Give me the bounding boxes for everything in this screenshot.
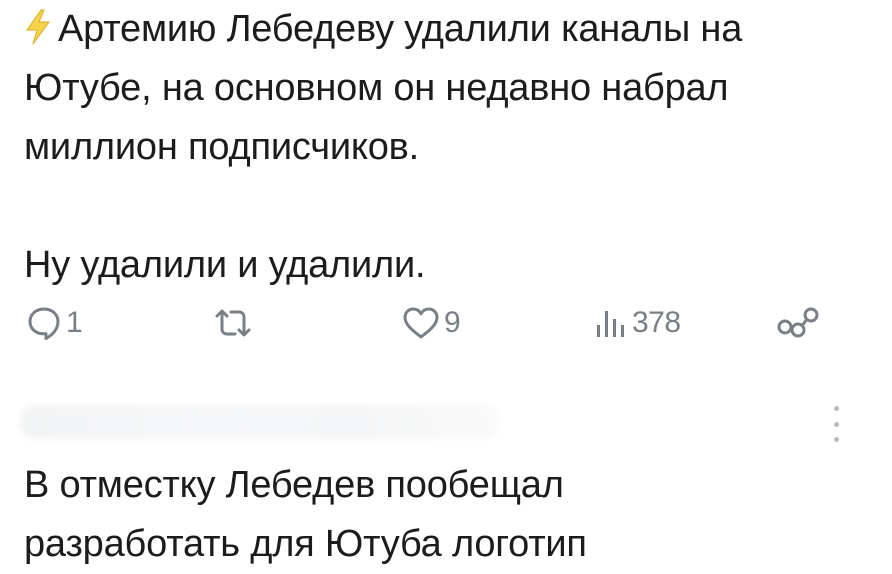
like-button[interactable]: 9	[402, 300, 461, 346]
post-paragraph-2: Ну удалили и удалили.	[24, 244, 426, 286]
more-options-button[interactable]	[826, 406, 846, 442]
repost-icon	[213, 305, 253, 341]
views-button[interactable]: 378	[594, 300, 681, 346]
post-line-3: миллион подписчиков.	[24, 126, 419, 168]
comment-icon	[26, 305, 62, 341]
reply-body: В отместку Лебедев пообещал разработать …	[24, 456, 874, 574]
share-icon	[776, 305, 820, 341]
views-count: 378	[632, 306, 681, 339]
high-voltage-icon	[24, 4, 52, 45]
post-line-1: Артемию Лебедеву удалили каналы на	[58, 8, 743, 50]
share-button[interactable]	[776, 300, 820, 346]
like-count: 9	[444, 306, 461, 339]
reply-line-2: разработать для Ютуба логотип	[24, 523, 587, 565]
dot	[833, 437, 839, 442]
heart-icon	[402, 305, 440, 341]
post-paragraph-1: Артемию Лебедеву удалили каналы на Ютубе…	[24, 0, 874, 177]
post-body: Артемию Лебедеву удалили каналы на Ютубе…	[24, 0, 874, 295]
repost-button[interactable]	[213, 300, 253, 346]
reply-button[interactable]: 1	[26, 300, 83, 346]
reply-line-1: В отместку Лебедев пообещал	[24, 464, 564, 506]
reply-count: 1	[66, 306, 83, 339]
post-actions-bar: 1 9 378	[0, 300, 892, 350]
vertical-dots-icon	[833, 406, 839, 411]
blurred-author-header	[20, 405, 500, 439]
dot	[833, 421, 839, 427]
post-line-2: Ютубе, на основном он недавно набрал	[24, 67, 729, 109]
views-icon	[594, 305, 628, 341]
